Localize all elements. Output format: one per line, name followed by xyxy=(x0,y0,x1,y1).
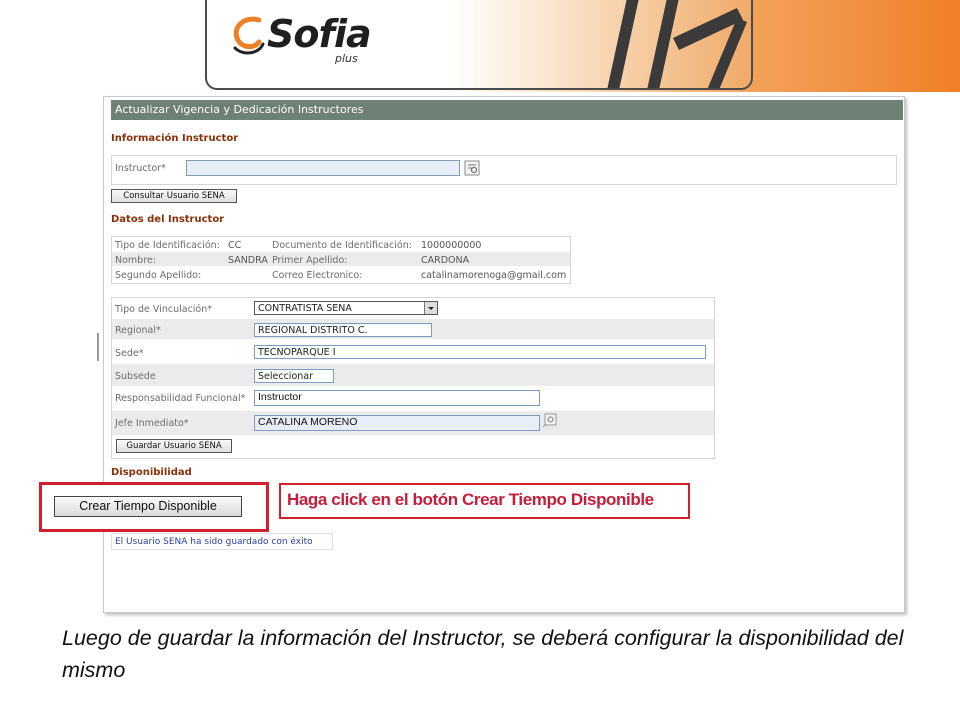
dropdown-arrow-icon[interactable] xyxy=(424,302,437,314)
primer-apellido-label: Primer Apellido: xyxy=(272,255,348,266)
disponibilidad-section-title: Disponibilidad xyxy=(111,467,192,478)
regional-label: Regional* xyxy=(115,325,161,336)
subsede-row-shade xyxy=(112,364,714,386)
primer-apellido-value: CARDONA xyxy=(421,255,470,266)
consultar-usuario-button[interactable]: Consultar Usuario SENA xyxy=(111,189,237,203)
instruction-callout: Haga click en el botón Crear Tiempo Disp… xyxy=(279,483,690,519)
doc-label: Documento de Identificación: xyxy=(272,240,412,251)
slide-caption: Luego de guardar la información del Inst… xyxy=(62,626,904,682)
window-title: Actualizar Vigencia y Dedicación Instruc… xyxy=(111,100,903,120)
jefe-lookup-icon[interactable] xyxy=(542,413,558,429)
tipo-id-label: Tipo de Identificación: xyxy=(115,240,220,251)
logo-wordmark: Sofia xyxy=(267,12,372,56)
jefe-field[interactable]: CATALINA MORENO xyxy=(254,415,540,431)
correo-label: Correo Electronico: xyxy=(272,270,363,281)
guardar-usuario-button[interactable]: Guardar Usuario SENA xyxy=(116,439,232,453)
responsabilidad-label: Responsabilidad Funcional* xyxy=(115,393,246,404)
jefe-label: Jefe Inmediato* xyxy=(115,418,189,429)
correo-value: catalinamorenoga@gmail.com xyxy=(421,270,567,281)
app-window: Actualizar Vigencia y Dedicación Instruc… xyxy=(103,96,905,613)
responsabilidad-field[interactable]: Instructor xyxy=(254,390,540,406)
sofia-logo-icon xyxy=(233,16,265,55)
datos-section-title: Datos del Instructor xyxy=(111,214,225,225)
side-tick xyxy=(97,333,99,361)
banner-decoration xyxy=(607,0,747,88)
nombre-label: Nombre: xyxy=(115,255,156,266)
tipo-id-value: CC xyxy=(228,240,242,251)
logo-sub: plus xyxy=(335,52,358,65)
subsede-label: Subsede xyxy=(115,371,156,382)
regional-field[interactable]: REGIONAL DISTRITO C. xyxy=(254,323,432,337)
vinculacion-selected: CONTRATISTA SENA xyxy=(258,303,352,314)
instructor-label: Instructor* xyxy=(115,163,166,174)
vinculacion-label: Tipo de Vinculación* xyxy=(115,304,213,315)
logo-frame: Sofia plus xyxy=(205,0,753,90)
info-section-title: Información Instructor xyxy=(111,133,239,144)
sede-field[interactable]: TECNOPARQUE I xyxy=(254,345,706,359)
nombre-value: SANDRA xyxy=(228,255,268,266)
crear-tiempo-disponible-button[interactable]: Crear Tiempo Disponible xyxy=(54,496,242,517)
header-banner: Sofia plus xyxy=(0,0,960,92)
instructor-input[interactable] xyxy=(186,160,460,176)
vinculacion-select[interactable]: CONTRATISTA SENA xyxy=(254,301,438,315)
search-lookup-icon[interactable] xyxy=(464,160,480,176)
doc-value: 1000000000 xyxy=(421,240,482,251)
segundo-apellido-label: Segundo Apellido: xyxy=(115,270,202,281)
sede-label: Sede* xyxy=(115,348,144,359)
subsede-select[interactable]: Seleccionar xyxy=(254,369,334,383)
success-message: El Usuario SENA ha sido guardado con éxi… xyxy=(115,537,313,547)
